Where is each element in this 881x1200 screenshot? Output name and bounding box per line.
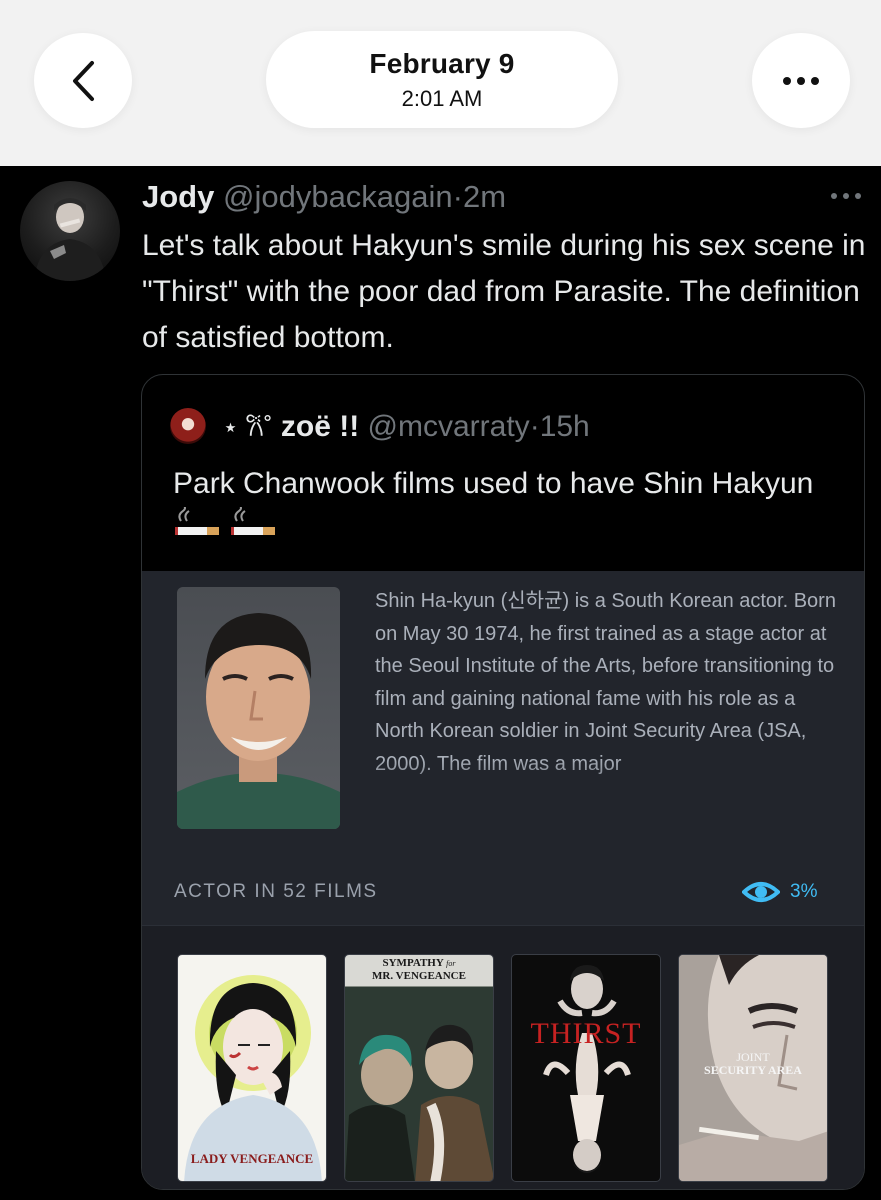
cigarette-icon: [231, 507, 276, 535]
quoted-tweet[interactable]: ⋆ 𐙚˚ zoë !! @mcvarraty·15h Park Chanwook…: [141, 374, 865, 1190]
post-date: February 9: [369, 47, 515, 79]
film-poster[interactable]: THIRST: [511, 954, 661, 1182]
post-time: 2:01 AM: [401, 85, 483, 111]
tweet: Jody @jodybackagain·2m Let's talk about …: [0, 166, 881, 1200]
quote-author-name[interactable]: zoë !!: [281, 410, 359, 443]
avatar[interactable]: [20, 181, 120, 281]
eye-icon: [742, 882, 780, 902]
back-button[interactable]: [34, 33, 132, 128]
poster-title: JOINT SECURITY AREA: [679, 1051, 827, 1077]
author-name[interactable]: Jody: [142, 179, 214, 214]
quote-avatar[interactable]: [170, 408, 206, 444]
quote-text: Park Chanwook films used to have Shin Ha…: [173, 467, 814, 500]
quote-text-block: Park Chanwook films used to have Shin Ha…: [173, 461, 833, 553]
poster-title: SYMPATHY for MR. VENGEANCE: [345, 957, 493, 983]
film-posters-row: LADY VENGEANCE SYMPATHY for MR. VENGEANC…: [142, 926, 864, 1189]
name-decoration: ⋆ 𐙚˚: [222, 412, 273, 442]
poster-title-line2: SECURITY AREA: [704, 1063, 802, 1077]
more-horizontal-icon: [783, 76, 819, 85]
chevron-left-icon: [73, 60, 94, 101]
poster-title-line2: MR. VENGEANCE: [372, 970, 466, 982]
actor-card[interactable]: Shin Ha-kyun (신하균) is a South Korean act…: [142, 571, 864, 1189]
poster-title-for: for: [446, 959, 456, 968]
post-age[interactable]: 2m: [463, 179, 506, 214]
film-poster[interactable]: SYMPATHY for MR. VENGEANCE: [344, 954, 494, 1182]
films-count-label: ACTOR IN 52 FILMS: [174, 881, 378, 902]
tweet-text: Let's talk about Hakyun's smile during h…: [142, 229, 866, 354]
cigarette-icon: [175, 507, 219, 535]
top-bar: February 9 2:01 AM: [0, 0, 881, 166]
separator-dot: ·: [452, 179, 463, 214]
separator-dot: ·: [529, 410, 540, 443]
quote-author-handle[interactable]: @mcvarraty: [368, 410, 530, 443]
more-options-button[interactable]: [752, 33, 850, 128]
timestamp-pill: February 9 2:01 AM: [266, 31, 618, 128]
tweet-header: Jody @jodybackagain·2m: [142, 178, 506, 216]
film-poster[interactable]: LADY VENGEANCE: [177, 954, 327, 1182]
watched-percentage: 3%: [790, 881, 818, 902]
actor-bio: Shin Ha-kyun (신하균) is a South Korean act…: [375, 590, 836, 775]
poster-title: THIRST: [530, 1017, 642, 1050]
poster-title-line1: SYMPATHY: [382, 957, 444, 969]
author-handle[interactable]: @jodybackagain: [223, 179, 453, 214]
quote-age: 15h: [539, 410, 590, 443]
avatar-image: [34, 198, 106, 281]
more-horizontal-icon: [831, 193, 861, 199]
quote-header: ⋆ 𐙚˚ zoë !! @mcvarraty·15h: [170, 407, 590, 447]
poster-title: LADY VENGEANCE: [190, 1151, 314, 1166]
actor-photo: [177, 587, 340, 829]
tweet-more-button[interactable]: [826, 188, 866, 204]
poster-title-line1: JOINT: [736, 1050, 770, 1064]
film-poster[interactable]: JOINT SECURITY AREA: [678, 954, 828, 1182]
